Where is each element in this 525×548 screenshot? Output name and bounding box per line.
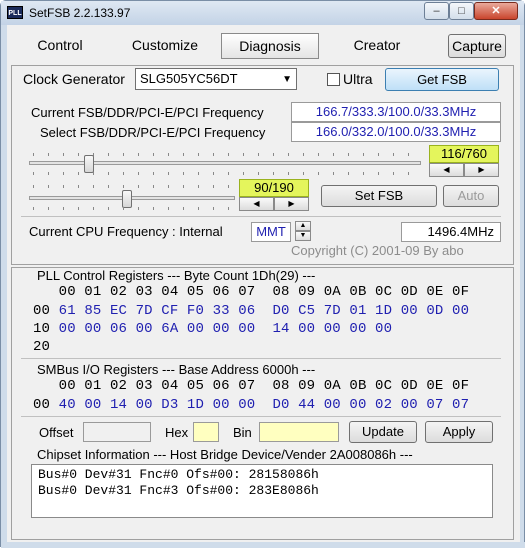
pci-decrement-button[interactable]: ◀ (239, 197, 274, 211)
auto-button[interactable]: Auto (443, 185, 499, 207)
setfsb-window: PLL SetFSB 2.2.133.97 – □ ✕ Control Cust… (0, 0, 525, 548)
chipset-line: Bus#0 Dev#31 Fnc#3 Ofs#00: 283E8086h (38, 483, 319, 498)
bin-label: Bin (233, 425, 252, 440)
select-frequency-value: 166.0/332.0/100.0/33.3MHz (291, 122, 501, 142)
get-fsb-button[interactable]: Get FSB (385, 68, 499, 91)
clock-generator-label: Clock Generator (23, 71, 125, 87)
app-icon: PLL (7, 6, 23, 19)
apply-button[interactable]: Apply (425, 421, 493, 443)
chipset-line: Bus#0 Dev#31 Fnc#0 Ofs#00: 28158086h (38, 467, 319, 482)
offset-label: Offset (39, 425, 74, 440)
current-frequency-label: Current FSB/DDR/PCI-E/PCI Frequency (31, 105, 264, 120)
bin-field[interactable] (259, 422, 339, 442)
tab-control[interactable]: Control (21, 33, 99, 59)
cpu-frequency-label: Current CPU Frequency : Internal (29, 224, 223, 239)
pci-slider-track[interactable] (29, 196, 235, 200)
tab-customize[interactable]: Customize (112, 33, 218, 59)
smbus-row: 00 40 00 14 00 D3 1D 00 00 D0 44 00 00 0… (33, 397, 469, 413)
window-title: SetFSB 2.2.133.97 (29, 6, 131, 20)
pci-slider-ticks (33, 185, 233, 188)
pci-slider-ticks-bottom (33, 207, 233, 210)
client-area: Control Customize Diagnosis Creator Capt… (7, 25, 520, 542)
update-button[interactable]: Update (349, 421, 417, 443)
current-frequency-value: 166.7/333.3/100.0/33.3MHz (291, 102, 501, 122)
smbus-row-address: 00 (33, 397, 51, 413)
divider (21, 416, 501, 417)
smbus-row-bytes[interactable]: 40 00 14 00 D3 1D 00 00 D0 44 00 00 02 0… (50, 397, 469, 413)
chevron-up-icon[interactable]: ▲ (295, 221, 311, 231)
pll-row-bytes[interactable]: 00 00 06 00 6A 00 00 00 14 00 00 00 00 (50, 321, 392, 337)
pll-row-address: 00 (33, 303, 51, 319)
ultra-checkbox[interactable] (327, 73, 340, 86)
chevron-down-icon: ▼ (282, 74, 292, 85)
fsb-slider-value: 116/760 (429, 145, 499, 163)
pll-row-bytes[interactable]: 61 85 EC 7D CF F0 33 06 D0 C5 7D 01 1D 0… (50, 303, 469, 319)
select-frequency-label: Select FSB/DDR/PCI-E/PCI Frequency (40, 125, 266, 140)
fsb-increment-button[interactable]: ▶ (464, 163, 499, 177)
hex-field[interactable] (193, 422, 219, 442)
hex-label: Hex (165, 425, 189, 440)
pll-row: 10 00 00 06 00 6A 00 00 00 14 00 00 00 0… (33, 321, 392, 337)
cpu-frequency-value: 1496.4MHz (401, 222, 501, 242)
ultra-label: Ultra (343, 71, 373, 87)
pci-slider-value: 90/190 (239, 179, 309, 197)
pci-slider-thumb[interactable] (121, 190, 132, 208)
maximize-icon[interactable]: □ (449, 2, 474, 20)
close-icon[interactable]: ✕ (474, 2, 518, 20)
minimize-icon[interactable]: – (424, 2, 449, 20)
fsb-decrement-button[interactable]: ◀ (429, 163, 464, 177)
fsb-slider-ticks-bottom (33, 172, 417, 175)
pll-row: 00 61 85 EC 7D CF F0 33 06 D0 C5 7D 01 1… (33, 303, 469, 319)
cpu-mode-value: MMT (251, 222, 291, 242)
smbus-header: SMBus I/O Registers --- Base Address 600… (37, 362, 316, 377)
divider (21, 216, 501, 217)
chipset-header: Chipset Information --- Host Bridge Devi… (37, 447, 413, 462)
pll-header: PLL Control Registers --- Byte Count 1Dh… (37, 268, 316, 283)
pll-row-address: 20 (33, 339, 51, 355)
chevron-down-icon[interactable]: ▼ (295, 231, 311, 241)
copyright-text: Copyright (C) 2001-09 By abo (291, 243, 464, 258)
pll-row-address: 10 (33, 321, 51, 337)
window-bottom-border (1, 542, 525, 548)
capture-button[interactable]: Capture (448, 34, 506, 58)
smbus-column-header: 00 01 02 03 04 05 06 07 08 09 0A 0B 0C 0… (33, 378, 470, 394)
tab-creator[interactable]: Creator (339, 33, 415, 59)
pll-row: 20 (33, 339, 50, 355)
tab-diagnosis[interactable]: Diagnosis (221, 33, 319, 59)
set-fsb-button[interactable]: Set FSB (321, 185, 437, 207)
pll-column-header: 00 01 02 03 04 05 06 07 08 09 0A 0B 0C 0… (33, 284, 470, 300)
title-bar[interactable]: PLL SetFSB 2.2.133.97 – □ ✕ (1, 1, 524, 25)
divider (21, 358, 501, 359)
clock-generator-select[interactable]: SLG505YC56DT ▼ (135, 68, 297, 90)
chipset-info-box[interactable]: Bus#0 Dev#31 Fnc#0 Ofs#00: 28158086h Bus… (31, 464, 493, 518)
pci-increment-button[interactable]: ▶ (274, 197, 309, 211)
clock-generator-value: SLG505YC56DT (140, 71, 238, 86)
offset-field[interactable] (83, 422, 151, 442)
fsb-slider-thumb[interactable] (83, 155, 94, 173)
